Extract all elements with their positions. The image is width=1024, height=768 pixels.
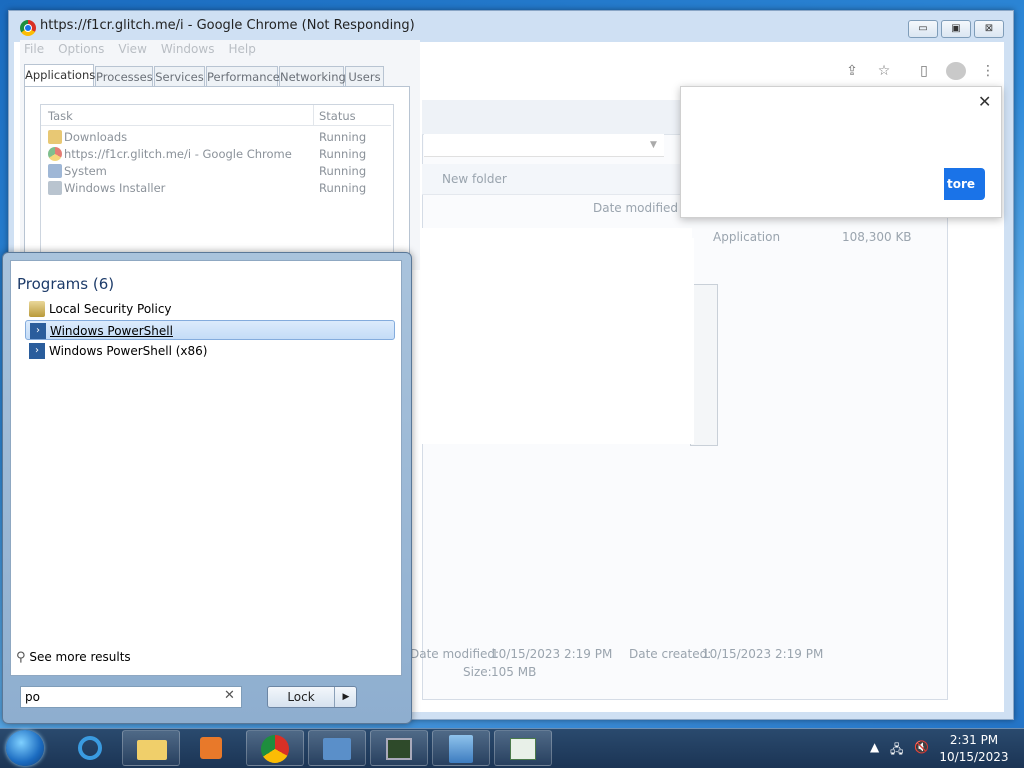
menu-view[interactable]: View [118,42,146,56]
network-setup-icon[interactable] [432,730,490,766]
tab-applications[interactable]: Applications [24,64,95,86]
installer-window-icon[interactable] [494,730,552,766]
lock-button[interactable]: Lock ▶ [267,686,357,708]
bookmark-star-icon[interactable]: ☆ [874,62,894,80]
magnifier-icon: ⚲ [16,650,26,665]
details-modified-label: Date modified: [410,647,500,661]
column-date-modified[interactable]: Date modified [593,201,678,215]
task-status: Running [319,164,367,178]
close-button[interactable]: ⊠ [974,20,1004,38]
clock-time: 2:31 PM [949,733,999,747]
task-status: Running [319,130,367,144]
side-panel-icon[interactable]: ▯ [914,62,934,80]
start-search-input[interactable] [25,689,215,705]
media-player-icon[interactable] [182,730,240,766]
task-name: Downloads [64,130,128,144]
column-task[interactable]: Task [48,109,73,123]
task-name: System [64,164,107,178]
result-label: Local Security Policy [49,302,172,316]
details-modified-value: 10/15/2023 2:19 PM [491,647,613,661]
result-windows-powershell-x86[interactable]: › Windows PowerShell (x86) [25,341,395,361]
system-clock[interactable]: 2:31 PM 10/15/2023 [938,732,1010,766]
task-name: Windows Installer [64,181,166,195]
network-tray-icon[interactable]: 🖧 [890,740,903,761]
task-row[interactable]: Windows Installer Running [46,180,386,197]
start-button[interactable] [6,730,44,766]
minimize-button[interactable]: ▭ [908,20,938,38]
column-divider[interactable] [313,105,314,125]
menu-windows[interactable]: Windows [161,42,215,56]
blank-overlay [412,238,694,444]
menu-options[interactable]: Options [58,42,104,56]
internet-explorer-icon[interactable] [62,730,120,766]
powershell-icon: › [29,343,45,359]
tab-services[interactable]: Services [154,66,205,86]
folder-icon [48,130,62,144]
details-created-value: 10/15/2023 2:19 PM [702,647,824,661]
details-size-value: 105 MB [491,665,537,679]
results-heading: Programs (6) [17,275,115,293]
volume-muted-icon[interactable]: 🔇 [914,740,929,754]
task-status: Running [319,181,367,195]
popup-close-icon[interactable]: ✕ [978,92,991,111]
chrome-menu-icon[interactable]: ⋮ [978,62,998,80]
result-windows-powershell[interactable]: › Windows PowerShell [25,320,395,340]
task-name: https://f1cr.glitch.me/i - Google Chrome [64,147,292,161]
file-row-obscured [416,228,692,238]
chrome-favicon-icon [20,20,36,36]
system-icon [48,164,62,178]
see-more-results-link[interactable]: ⚲ See more results [16,650,131,665]
tab-users[interactable]: Users [345,66,384,86]
address-dropdown-icon[interactable]: ▼ [650,140,657,150]
tab-processes[interactable]: Processes [95,66,153,86]
explorer-titlebar [422,100,680,135]
task-row[interactable]: Downloads Running [46,129,386,146]
file-type-cell: Application [713,230,781,244]
clock-date: 10/15/2023 [939,750,1009,764]
result-local-security-policy[interactable]: Local Security Policy [25,299,395,319]
file-explorer-icon[interactable] [122,730,180,766]
menu-file[interactable]: File [24,42,44,56]
task-status: Running [319,147,367,161]
see-more-label: See more results [29,650,131,664]
maximize-button[interactable]: ▣ [941,20,971,38]
powershell-icon: › [30,323,46,339]
tab-performance[interactable]: Performance [206,66,280,86]
show-hidden-icons-icon[interactable]: ▲ [870,740,879,754]
task-manager-icon[interactable] [370,730,428,766]
result-label: Windows PowerShell (x86) [49,344,208,358]
task-manager-menubar: File Options View Windows Help [24,42,270,58]
new-folder-button[interactable]: New folder [442,172,507,186]
chrome-icon[interactable] [246,730,304,766]
menu-help[interactable]: Help [228,42,255,56]
task-row[interactable]: System Running [46,163,386,180]
tab-networking[interactable]: Networking [279,66,346,86]
file-size-cell: 108,300 KB [842,230,912,244]
chrome-icon [48,147,62,161]
clear-search-icon[interactable]: ✕ [224,688,235,703]
result-label: Windows PowerShell [50,324,173,338]
task-row[interactable]: https://f1cr.glitch.me/i - Google Chrome… [46,146,386,163]
profile-avatar-icon[interactable] [946,62,966,80]
installer-icon [48,181,62,195]
task-list-header: Task Status [41,105,391,126]
lock-label: Lock [287,690,315,704]
popup-action-button[interactable]: tore [944,168,985,200]
dialog-fragment [690,284,718,446]
address-bar[interactable] [424,134,664,157]
control-panel-icon[interactable] [308,730,366,766]
security-policy-icon [29,301,45,317]
window-title: https://f1cr.glitch.me/i - Google Chrome… [40,18,415,33]
column-status[interactable]: Status [319,109,356,123]
lock-options-arrow-icon[interactable]: ▶ [334,687,357,707]
share-icon[interactable]: ⇪ [842,62,862,80]
start-search-box[interactable] [20,686,242,708]
details-size-label: Size: [463,665,492,679]
details-created-label: Date created: [629,647,712,661]
